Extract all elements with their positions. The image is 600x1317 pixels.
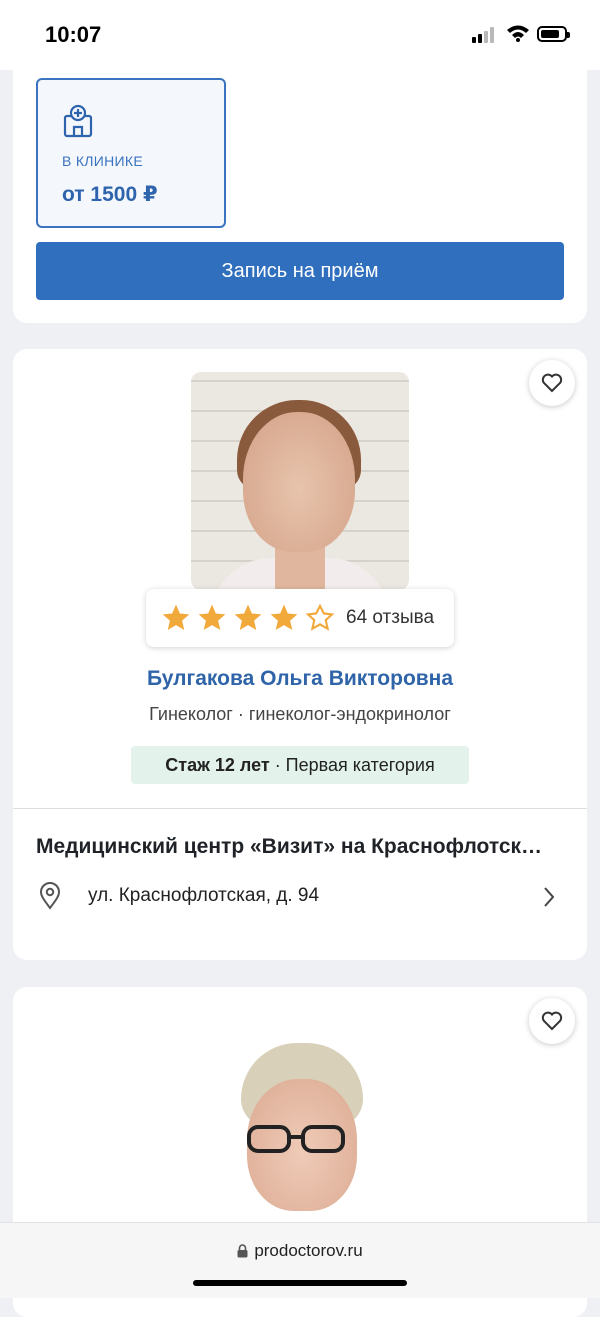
url-display[interactable]: prodoctorov.ru bbox=[0, 1241, 600, 1263]
star-filled-icon bbox=[198, 604, 226, 630]
lock-icon bbox=[237, 1243, 248, 1263]
clinic-name[interactable]: Медицинский центр «Визит» на Краснофлотс… bbox=[36, 835, 542, 859]
star-filled-icon bbox=[162, 604, 190, 630]
divider bbox=[13, 808, 587, 809]
doctor-name[interactable]: Булгакова Ольга Викторовна bbox=[13, 667, 587, 691]
doctor-photo[interactable] bbox=[191, 372, 409, 590]
reviews-count[interactable]: 64 отзыва bbox=[346, 607, 434, 629]
favorite-button[interactable] bbox=[529, 360, 575, 406]
wifi-icon bbox=[506, 24, 530, 47]
book-appointment-button[interactable]: Запись на приём bbox=[36, 242, 564, 300]
hospital-icon bbox=[62, 104, 94, 143]
battery-icon bbox=[537, 26, 570, 42]
star-filled-icon bbox=[270, 604, 298, 630]
star-empty-icon bbox=[305, 603, 335, 631]
heart-icon bbox=[541, 373, 563, 393]
chevron-right-icon[interactable] bbox=[542, 885, 556, 914]
visit-mode-label: В КЛИНИКЕ bbox=[62, 153, 143, 169]
status-time: 10:07 bbox=[45, 22, 102, 47]
doctor-card: 64 отзыва Булгакова Ольга Викторовна Гин… bbox=[13, 349, 587, 960]
experience-years: Стаж 12 лет bbox=[165, 754, 270, 775]
booking-card: В КЛИНИКЕ от 1500 ₽ Запись на приём bbox=[13, 50, 587, 323]
doctor-category: · Первая категория bbox=[269, 754, 435, 775]
favorite-button[interactable] bbox=[529, 998, 575, 1044]
doctor-specialties: Гинеколог · гинеколог-эндокринолог bbox=[149, 704, 451, 724]
url-text: prodoctorov.ru bbox=[254, 1241, 363, 1260]
home-indicator[interactable] bbox=[193, 1280, 407, 1286]
star-filled-icon bbox=[234, 604, 262, 630]
clinic-visit-option[interactable]: В КЛИНИКЕ от 1500 ₽ bbox=[36, 78, 226, 228]
clinic-address[interactable]: ул. Краснофлотская, д. 94 bbox=[88, 885, 319, 907]
visit-price: от 1500 ₽ bbox=[62, 183, 158, 206]
rating-widget[interactable]: 64 отзыва bbox=[146, 589, 454, 647]
cellular-signal-icon bbox=[472, 27, 498, 43]
browser-address-bar[interactable]: prodoctorov.ru bbox=[0, 1222, 600, 1298]
experience-badge: Стаж 12 лет · Первая категория bbox=[131, 746, 469, 784]
location-pin-icon bbox=[38, 882, 62, 915]
heart-icon bbox=[541, 1011, 563, 1031]
